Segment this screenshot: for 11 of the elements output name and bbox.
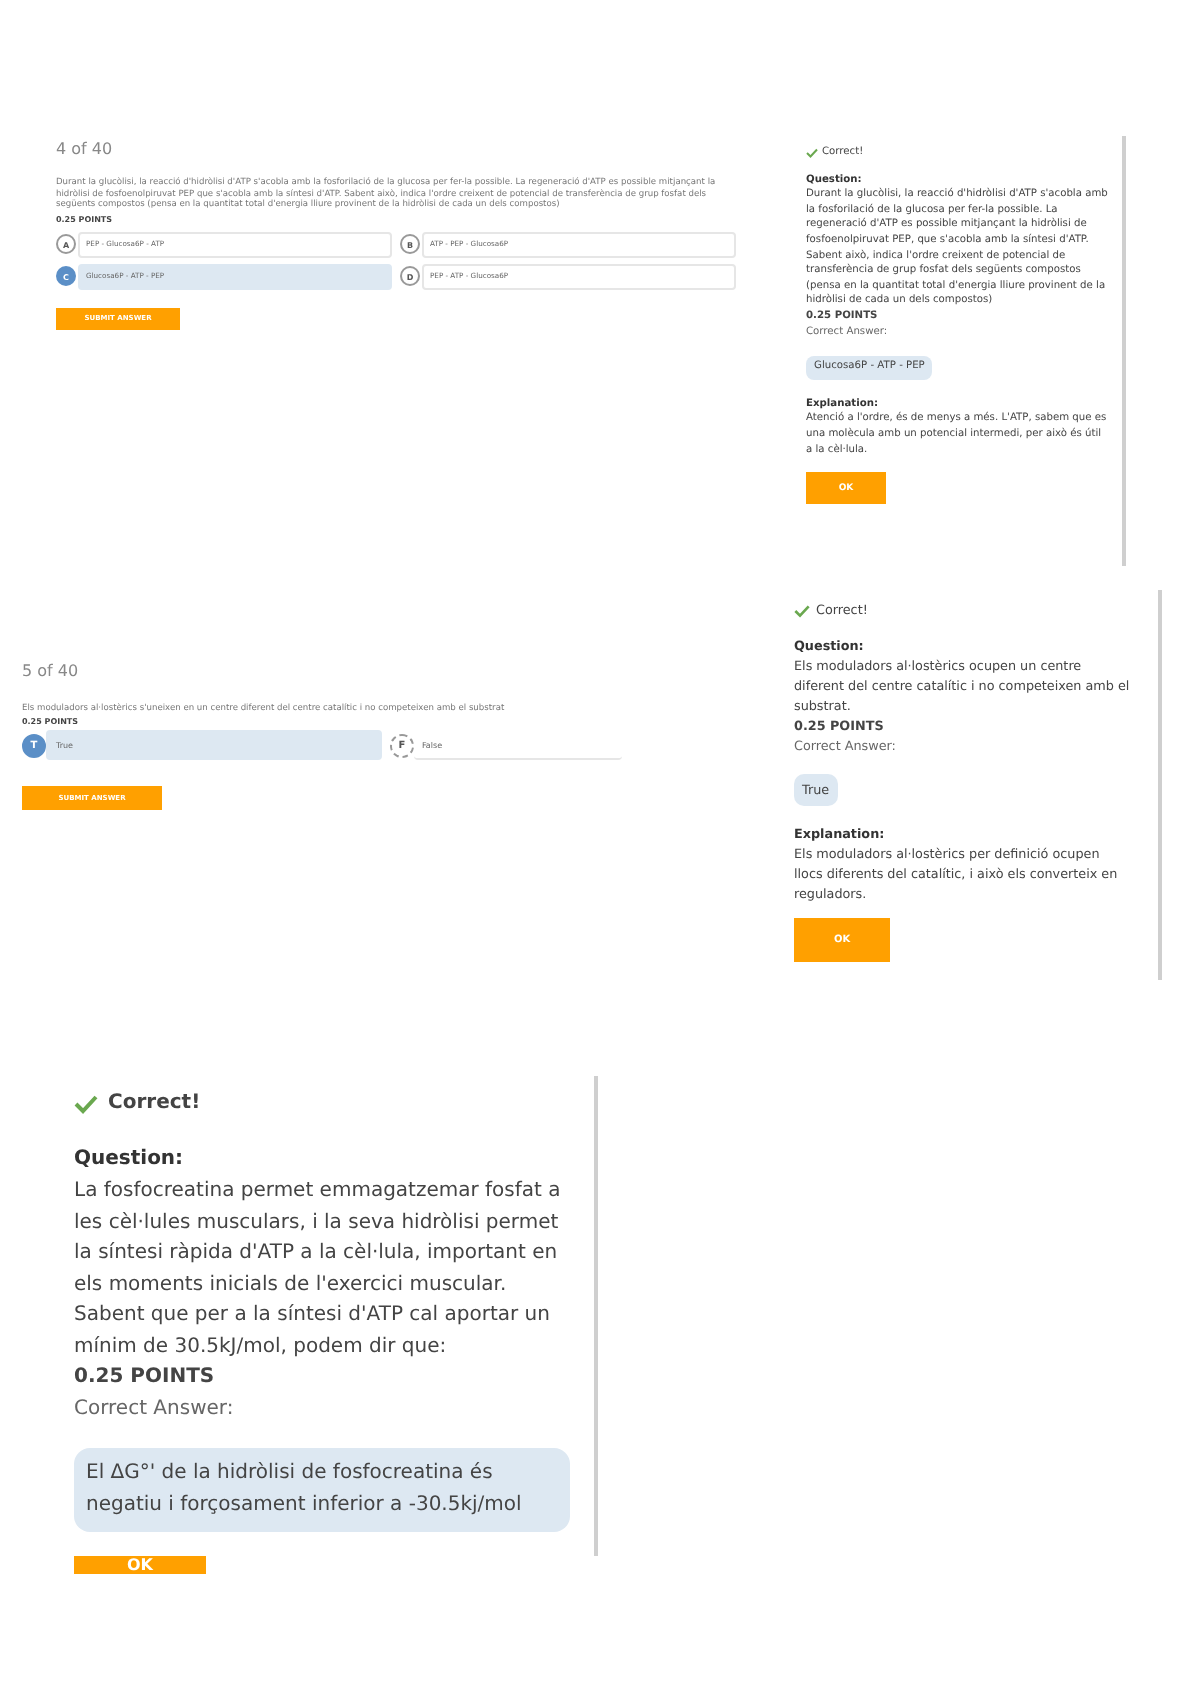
check-icon	[806, 148, 818, 159]
answer-label: Correct Answer:	[74, 1396, 236, 1424]
status-text: Correct!	[108, 1090, 201, 1118]
question-heading: Question:	[74, 1146, 186, 1174]
question-text: La fosfocreatina permet emmagatzemar fosfat a les cèl·lules musculars, i la seva hidròlisi permet la síntesi ràpida d'ATP a la cèl·lula, important en els moments inicials de l'exercici muscular. Sabent que per a la síntesi d'ATP cal aportar un mínim de 30.5kJ/mol, podem dir que:	[74, 1178, 563, 1361]
check-icon	[74, 1094, 98, 1114]
correct-answer: El ΔG°' de la hidròlisi de fosfocreatina és negatiu i forçosament inferior a -30.5kj/mol	[74, 1448, 570, 1532]
question-counter: 5 of 40	[22, 662, 81, 680]
question-counter: 4 of 40	[56, 140, 115, 158]
check-icon	[794, 603, 810, 617]
points-label: 0.25 POINTS	[74, 1364, 217, 1392]
